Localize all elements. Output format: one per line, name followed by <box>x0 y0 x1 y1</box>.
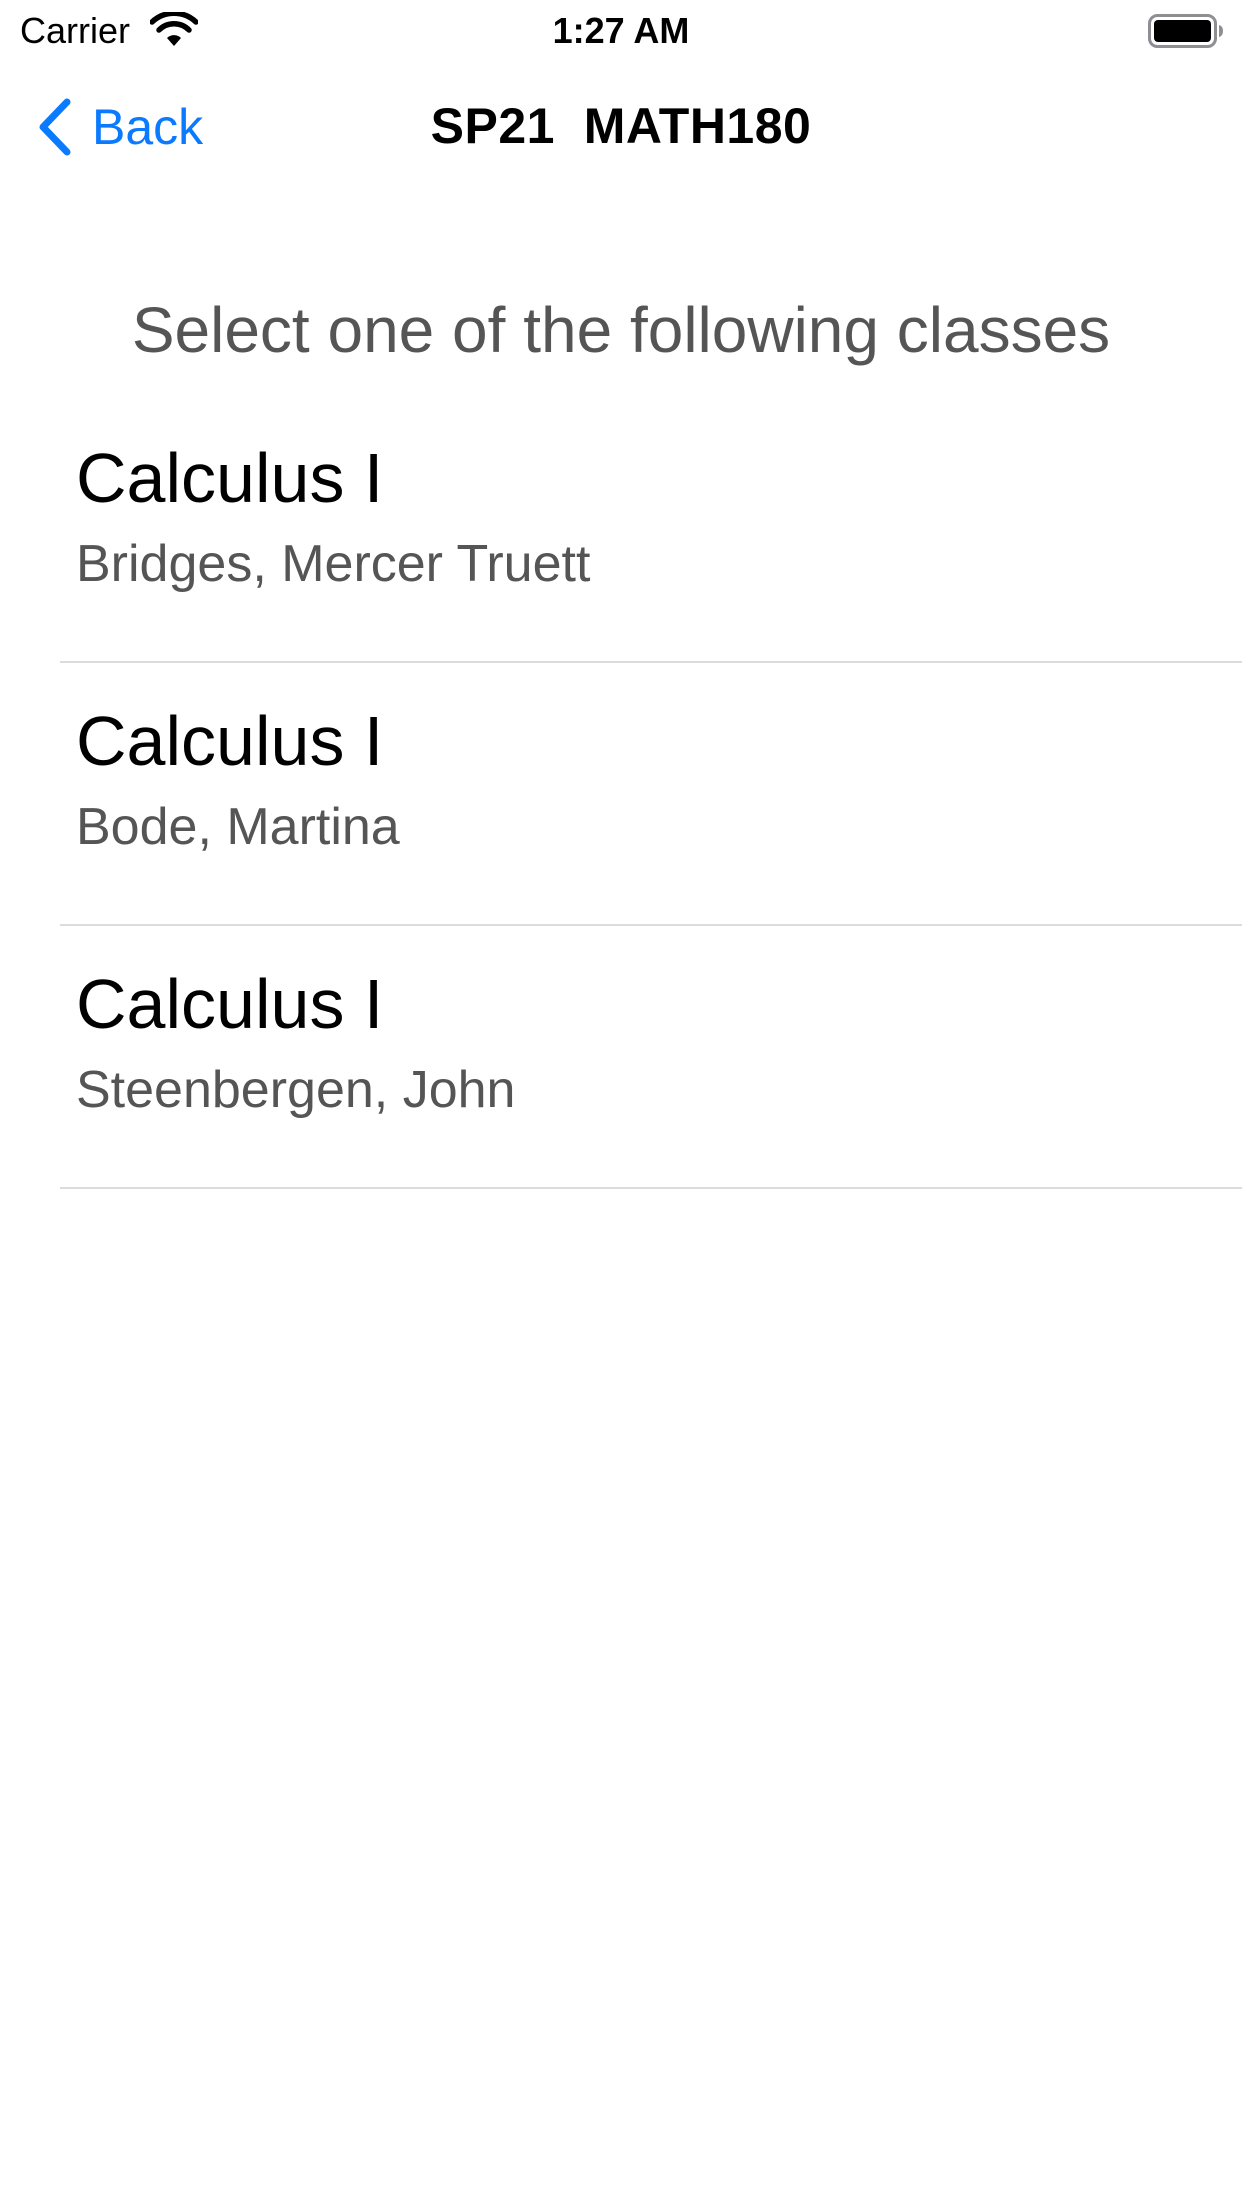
page-title: SP21 MATH180 <box>430 98 812 154</box>
selection-prompt: Select one of the following classes <box>131 294 1111 366</box>
class-instructor: Bode, Martina <box>76 798 400 856</box>
class-list: Calculus I Bridges, Mercer Truett Calcul… <box>0 400 1242 1189</box>
row-separator <box>60 1187 1242 1189</box>
navigation-bar: Back SP21 MATH180 <box>0 62 1242 192</box>
status-time: 1:27 AM <box>552 10 690 51</box>
class-title: Calculus I <box>76 439 384 517</box>
class-instructor: Steenbergen, John <box>76 1061 516 1119</box>
class-title: Calculus I <box>76 965 384 1043</box>
class-row-bode[interactable]: Calculus I Bode, Martina <box>0 663 1242 926</box>
status-bar: Carrier 1:27 AM <box>0 0 1242 62</box>
class-row-steenbergen[interactable]: Calculus I Steenbergen, John <box>0 926 1242 1189</box>
class-title: Calculus I <box>76 702 384 780</box>
battery-icon <box>1148 14 1223 48</box>
class-instructor: Bridges, Mercer Truett <box>76 535 591 593</box>
class-row-bridges[interactable]: Calculus I Bridges, Mercer Truett <box>0 400 1242 663</box>
